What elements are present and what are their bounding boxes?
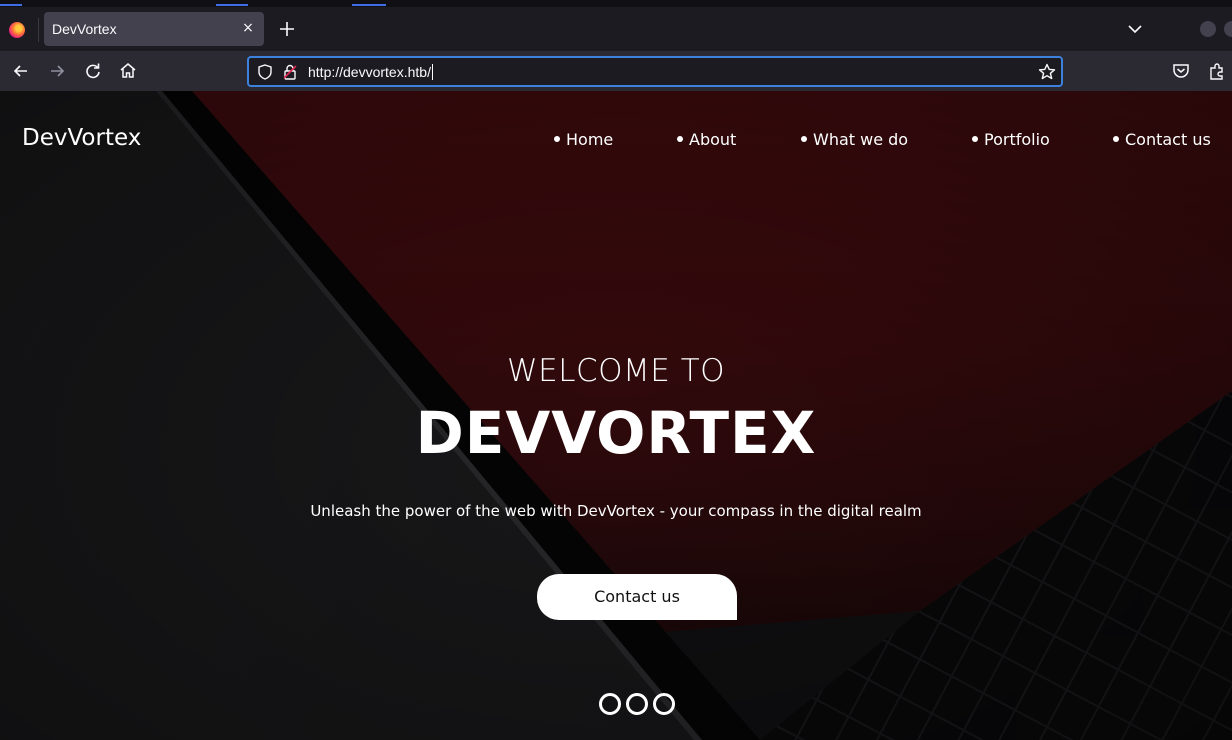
tab-separator <box>38 18 39 42</box>
extensions-icon[interactable] <box>1206 60 1228 82</box>
os-indicator <box>216 4 248 6</box>
hero-subtitle: Unleash the power of the web with DevVor… <box>310 502 922 520</box>
tab-devvortex[interactable]: DevVortex × <box>44 12 264 46</box>
nav-link-portfolio[interactable]: Portfolio <box>972 130 1050 149</box>
url-bar[interactable]: http://devvortex.htb/ <box>247 56 1063 87</box>
nav-label: Home <box>566 130 614 149</box>
carousel-dot[interactable] <box>653 693 675 715</box>
back-icon[interactable] <box>10 60 32 82</box>
os-indicator <box>0 4 22 6</box>
window-maximize-button[interactable] <box>1224 21 1232 37</box>
chevron-down-icon[interactable] <box>1126 20 1144 38</box>
bullet-icon <box>1113 136 1119 142</box>
star-icon[interactable] <box>1037 62 1057 82</box>
bullet-icon <box>677 136 683 142</box>
contact-us-button[interactable]: Contact us <box>537 574 737 620</box>
nav-label: Contact us <box>1125 130 1211 149</box>
nav-link-what-we-do[interactable]: What we do <box>801 130 908 149</box>
nav-label: Portfolio <box>984 130 1050 149</box>
bullet-icon <box>801 136 807 142</box>
forward-icon[interactable] <box>46 60 68 82</box>
window-minimize-button[interactable] <box>1200 21 1216 37</box>
home-icon[interactable] <box>117 60 139 82</box>
hero-title: DEVVORTEX <box>415 399 817 467</box>
os-indicator <box>352 4 386 6</box>
nav-link-about[interactable]: About <box>677 130 736 149</box>
tab-bar: DevVortex × <box>0 7 1232 51</box>
pocket-icon[interactable] <box>1170 60 1192 82</box>
shield-icon[interactable] <box>256 63 274 81</box>
hero-pre-title: WELCOME TO <box>506 353 726 389</box>
carousel-dot[interactable] <box>599 693 621 715</box>
os-top-strip <box>0 0 1232 7</box>
url-input[interactable]: http://devvortex.htb/ <box>308 64 433 80</box>
bullet-icon <box>554 136 560 142</box>
nav-link-contact-us[interactable]: Contact us <box>1113 130 1211 149</box>
nav-label: What we do <box>813 130 909 149</box>
bullet-icon <box>972 136 978 142</box>
lock-icon[interactable] <box>281 63 299 81</box>
plus-icon[interactable] <box>276 18 298 40</box>
nav-link-home[interactable]: Home <box>554 130 613 149</box>
carousel-indicators <box>599 693 680 715</box>
reload-icon[interactable] <box>82 60 104 82</box>
carousel-dot[interactable] <box>626 693 648 715</box>
close-icon[interactable]: × <box>240 20 256 36</box>
web-page: DevVortex Home About What we do Portfoli… <box>0 91 1232 740</box>
firefox-logo-icon <box>9 22 25 38</box>
site-logo[interactable]: DevVortex <box>22 125 141 151</box>
tab-title: DevVortex <box>52 21 117 37</box>
nav-toolbar: http://devvortex.htb/ <box>0 51 1232 91</box>
nav-label: About <box>689 130 737 149</box>
